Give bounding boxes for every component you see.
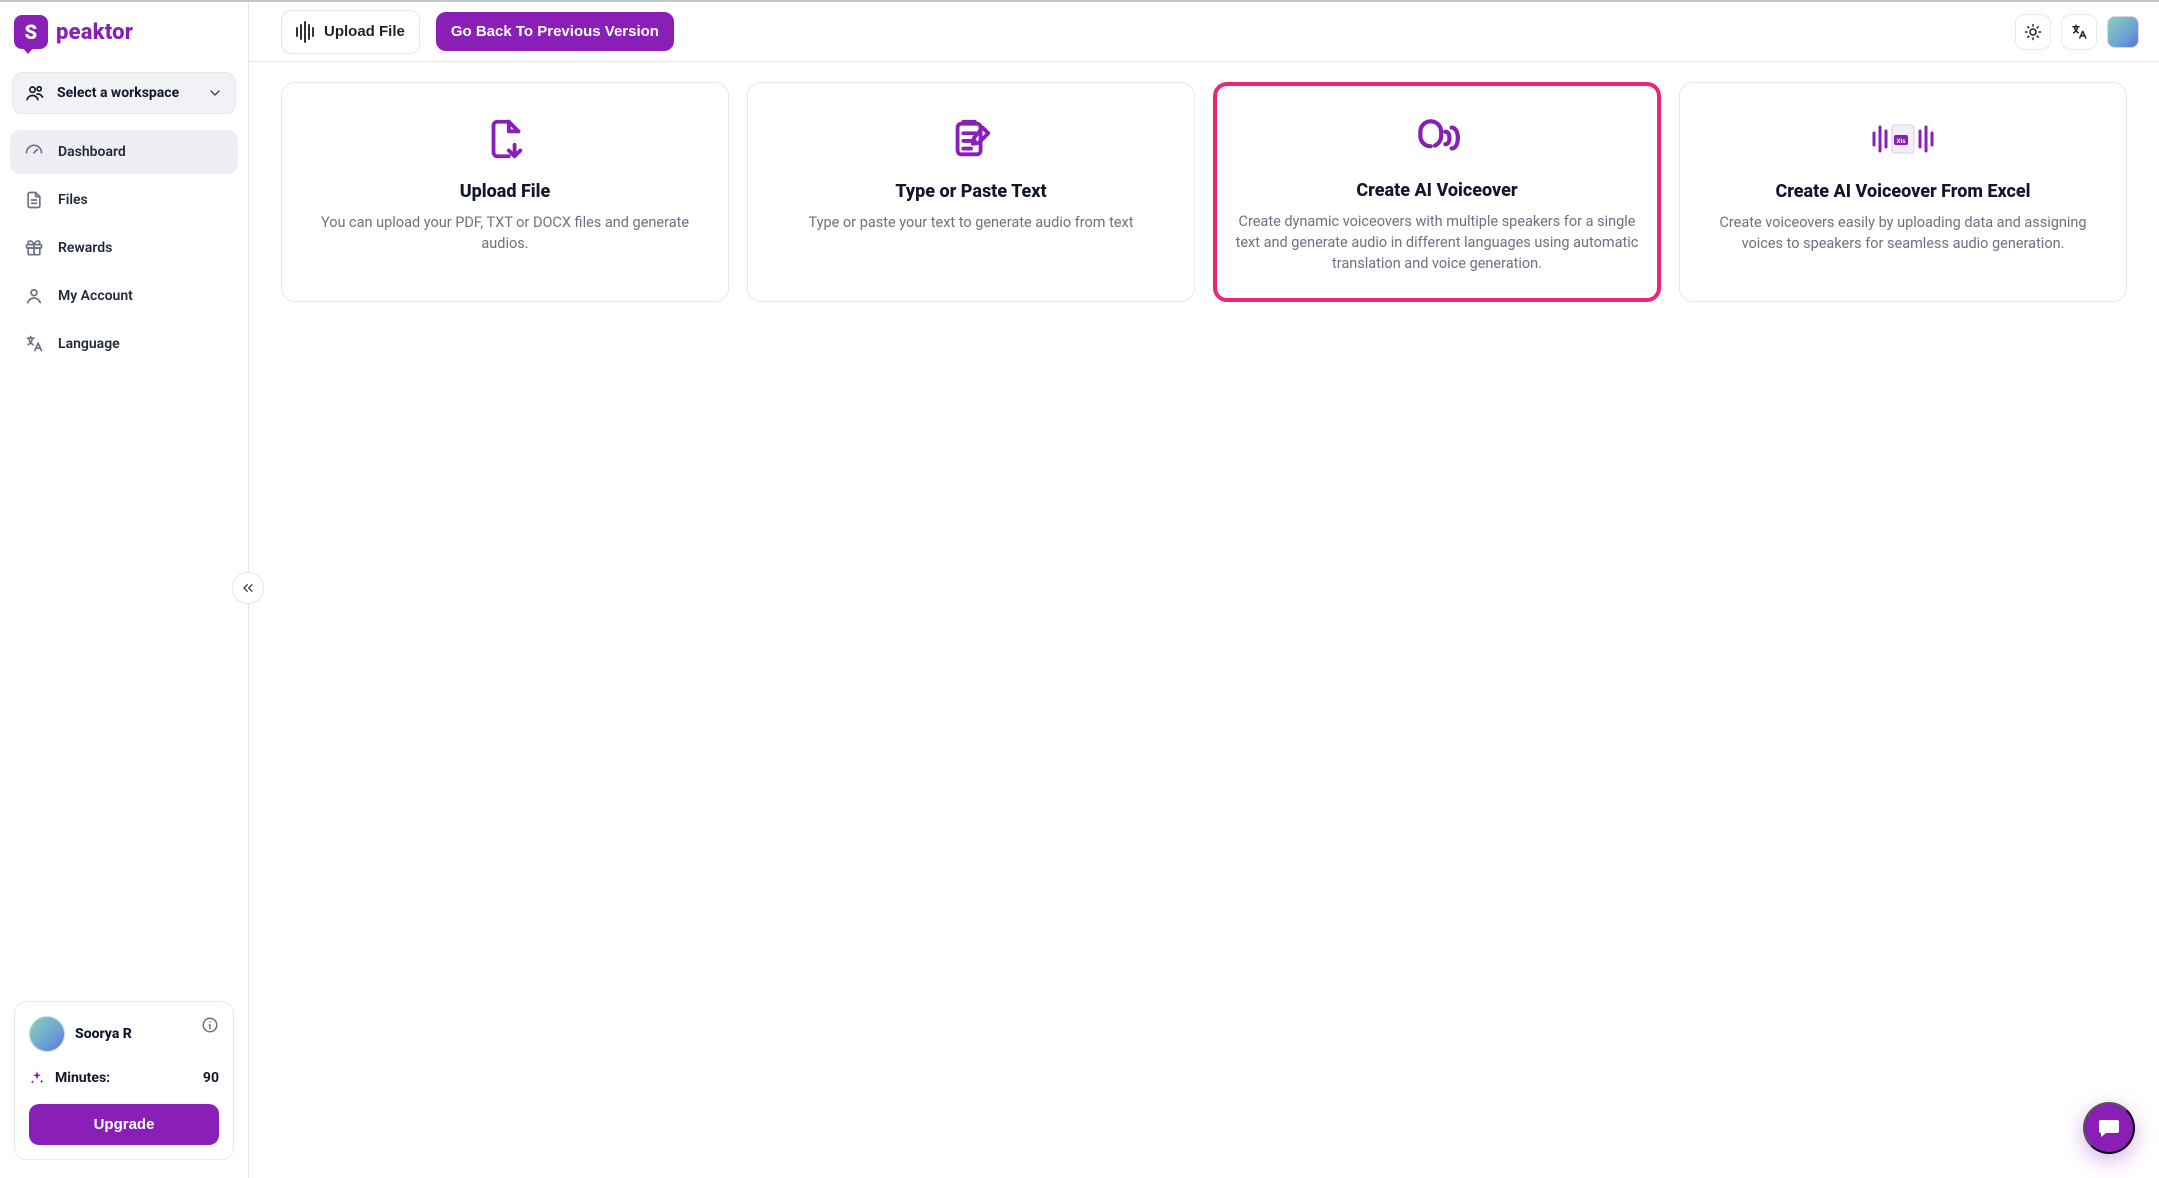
logo-mark-icon: S <box>14 15 48 49</box>
brand-name: peaktor <box>56 20 133 45</box>
sidebar-item-dashboard[interactable]: Dashboard <box>10 130 238 174</box>
sidebar-item-account[interactable]: My Account <box>10 274 238 318</box>
minutes-value: 90 <box>203 1070 219 1086</box>
app-root: S peaktor Select a workspace Dashboard <box>0 0 2159 1178</box>
card-title: Create AI Voiceover From Excel <box>1700 181 2106 202</box>
account-avatar-button[interactable] <box>2107 16 2139 48</box>
chevrons-left-icon <box>240 580 256 596</box>
card-ai-voiceover-excel[interactable]: Xls Create AI Voiceover From Excel Creat… <box>1679 82 2127 302</box>
topbar: Upload File Go Back To Previous Version <box>249 2 2159 62</box>
card-ai-voiceover[interactable]: Create AI Voiceover Create dynamic voice… <box>1213 82 1661 302</box>
sidebar-item-label: My Account <box>58 288 133 304</box>
sidebar: S peaktor Select a workspace Dashboard <box>0 2 249 1178</box>
topbar-right <box>2015 14 2139 50</box>
go-back-button-label: Go Back To Previous Version <box>451 23 659 40</box>
card-desc: You can upload your PDF, TXT or DOCX fil… <box>302 212 708 254</box>
main: Upload File Go Back To Previous Version <box>249 2 2159 1178</box>
upload-file-button-label: Upload File <box>324 23 405 40</box>
minutes-label: Minutes: <box>55 1070 110 1086</box>
translate-icon <box>2070 23 2088 41</box>
svg-text:Xls: Xls <box>1896 139 1906 145</box>
workspace-selector[interactable]: Select a workspace <box>12 72 236 114</box>
sidebar-item-language[interactable]: Language <box>10 322 238 366</box>
gift-icon <box>24 238 44 258</box>
go-back-button[interactable]: Go Back To Previous Version <box>436 12 674 51</box>
collapse-sidebar-button[interactable] <box>232 572 264 604</box>
info-icon[interactable] <box>201 1016 219 1034</box>
sparkle-icon <box>29 1070 45 1086</box>
sidebar-item-label: Dashboard <box>58 144 126 160</box>
card-upload-file[interactable]: Upload File You can upload your PDF, TXT… <box>281 82 729 302</box>
sidebar-item-files[interactable]: Files <box>10 178 238 222</box>
waveform-icon <box>296 21 314 43</box>
avatar[interactable] <box>29 1016 65 1052</box>
theme-toggle-button[interactable] <box>2015 14 2051 50</box>
chevron-down-icon <box>207 85 223 101</box>
upload-file-button[interactable]: Upload File <box>281 10 420 54</box>
upload-file-icon <box>302 115 708 163</box>
users-icon <box>25 83 45 103</box>
upgrade-button[interactable]: Upgrade <box>29 1104 219 1145</box>
logo[interactable]: S peaktor <box>0 2 248 62</box>
user-icon <box>24 286 44 306</box>
content: Upload File You can upload your PDF, TXT… <box>249 62 2159 1178</box>
sidebar-item-rewards[interactable]: Rewards <box>10 226 238 270</box>
card-desc: Create voiceovers easily by uploading da… <box>1700 212 2106 254</box>
plan-card: Soorya R Minutes: 90 Upgrade <box>14 1001 234 1160</box>
paste-text-icon <box>768 115 1174 163</box>
card-title: Type or Paste Text <box>768 181 1174 202</box>
chat-icon <box>2097 1116 2121 1140</box>
excel-voiceover-icon: Xls <box>1700 115 2106 163</box>
language-button[interactable] <box>2061 14 2097 50</box>
translate-icon <box>24 334 44 354</box>
card-title: Upload File <box>302 181 708 202</box>
file-icon <box>24 190 44 210</box>
ai-voiceover-icon <box>1233 114 1641 162</box>
card-type-paste[interactable]: Type or Paste Text Type or paste your te… <box>747 82 1195 302</box>
cards-grid: Upload File You can upload your PDF, TXT… <box>281 82 2127 302</box>
sidebar-nav: Dashboard Files Rewards My Account <box>0 128 248 368</box>
card-desc: Create dynamic voiceovers with multiple … <box>1233 211 1641 274</box>
gauge-icon <box>24 142 44 162</box>
sidebar-item-label: Language <box>58 336 120 352</box>
workspace-label: Select a workspace <box>57 85 179 101</box>
sidebar-item-label: Rewards <box>58 240 112 256</box>
sun-icon <box>2024 23 2042 41</box>
card-desc: Type or paste your text to generate audi… <box>768 212 1174 233</box>
user-name: Soorya R <box>75 1026 132 1042</box>
card-title: Create AI Voiceover <box>1233 180 1641 201</box>
chat-button[interactable] <box>2083 1102 2135 1154</box>
sidebar-item-label: Files <box>58 192 88 208</box>
